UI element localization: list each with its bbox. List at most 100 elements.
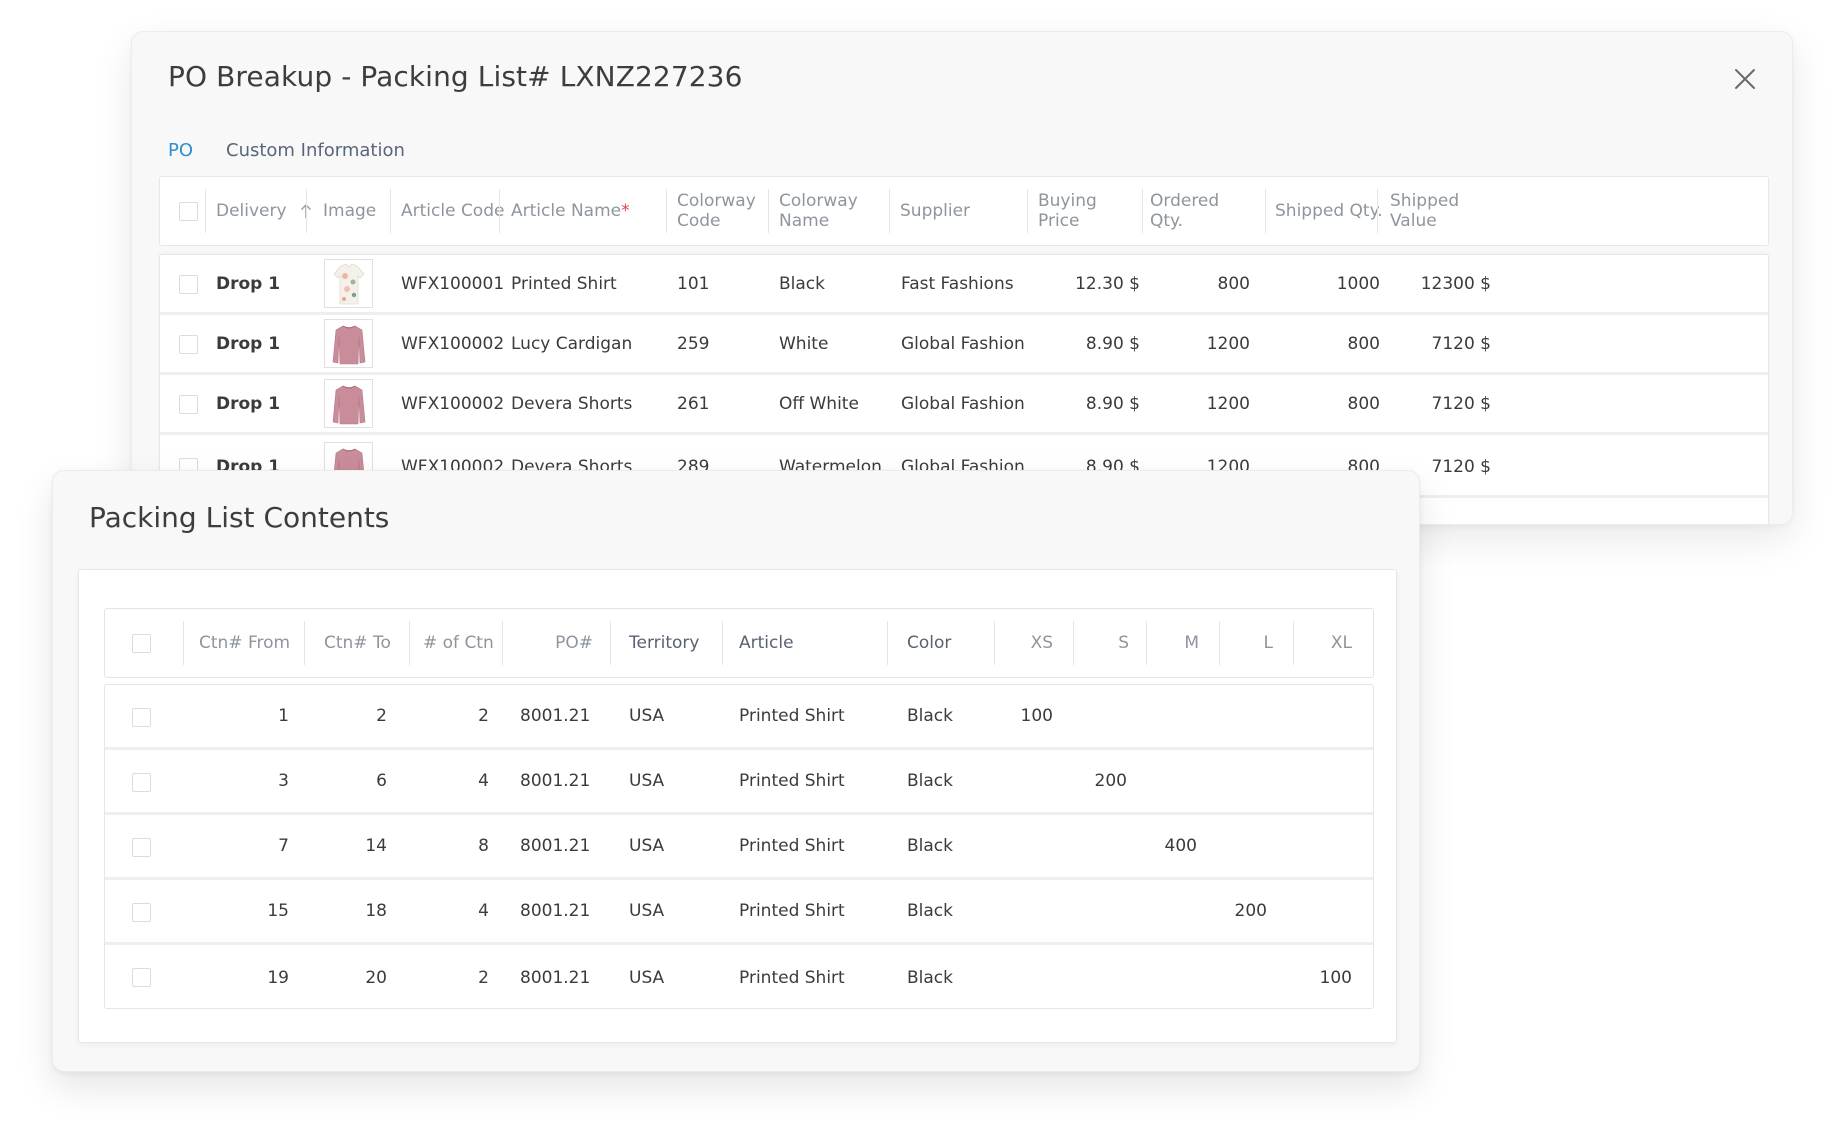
column-divider	[887, 621, 888, 665]
cell-s	[1065, 815, 1127, 877]
column-label: Article Name	[511, 201, 622, 221]
row-checkbox[interactable]	[132, 708, 151, 727]
column-divider	[409, 621, 410, 665]
column-header-article-name[interactable]: Article Name *	[511, 177, 630, 245]
column-label: Name	[779, 211, 830, 231]
column-header-ordered-qty[interactable]: Ordered Qty.	[1150, 177, 1250, 245]
select-all-checkbox[interactable]	[179, 202, 198, 221]
table-row[interactable]: 1 2 2 8001.21 USA Printed Shirt Black 100	[105, 685, 1373, 750]
column-divider	[183, 621, 184, 665]
cell-num-ctn: 4	[478, 771, 489, 791]
cell-l	[1205, 815, 1267, 877]
cell-xl	[1285, 815, 1352, 877]
column-header-m[interactable]: M	[1148, 609, 1199, 677]
cell-article: Printed Shirt	[739, 967, 845, 988]
po-table-header: Delivery Image Article Code Article Name…	[159, 176, 1769, 246]
row-checkbox[interactable]	[179, 335, 198, 354]
column-header-colorway-name[interactable]: Colorway Name	[779, 177, 858, 245]
row-checkbox[interactable]	[179, 395, 198, 414]
cell-shipped-qty: 800	[1347, 393, 1380, 414]
table-row[interactable]: Drop 1 WFX100002 Devera Shorts 261 Off White…	[160, 375, 1768, 435]
column-header-l[interactable]: L	[1221, 609, 1273, 677]
cell-delivery: Drop 1	[216, 333, 281, 354]
column-header-shipped-value[interactable]: Shipped Value	[1390, 177, 1491, 245]
close-icon	[1735, 69, 1755, 89]
cell-l	[1205, 945, 1267, 1010]
sweater-image	[332, 385, 365, 424]
tab-po[interactable]: PO	[168, 140, 193, 161]
cell-xl	[1285, 685, 1352, 747]
column-divider	[390, 189, 391, 233]
column-header-po[interactable]: PO#	[505, 609, 593, 677]
row-checkbox[interactable]	[132, 968, 151, 987]
row-checkbox[interactable]	[179, 275, 198, 294]
cell-xs: 100	[1020, 706, 1053, 726]
article-thumbnail[interactable]	[324, 379, 373, 428]
column-label: Code	[677, 211, 721, 231]
table-row[interactable]: 3 6 4 8001.21 USA Printed Shirt Black 200	[105, 750, 1373, 815]
cell-ctn-to: 20	[365, 967, 387, 988]
tab-custom-information[interactable]: Custom Information	[226, 140, 405, 161]
column-header-xl[interactable]: XL	[1295, 609, 1352, 677]
cell-colorway-code: 101	[677, 273, 710, 294]
cell-ctn-to: 14	[365, 836, 387, 856]
cell-territory: USA	[629, 836, 665, 856]
cell-l	[1205, 750, 1267, 812]
cell-ordered-qty: 800	[1217, 273, 1250, 294]
cell-supplier: Global Fashion	[901, 333, 1025, 354]
cell-color: Black	[907, 836, 953, 856]
column-header-s[interactable]: S	[1075, 609, 1129, 677]
cell-colorway-name: White	[779, 333, 829, 354]
column-header-delivery[interactable]: Delivery	[216, 177, 313, 245]
column-divider	[768, 189, 769, 233]
select-all-checkbox[interactable]	[132, 634, 151, 653]
cell-po: 8001.21	[520, 836, 591, 856]
column-header-article-code[interactable]: Article Code	[401, 177, 504, 245]
row-checkbox[interactable]	[132, 838, 151, 857]
cell-article-name: Lucy Cardigan	[511, 333, 633, 354]
column-header-image[interactable]: Image	[323, 177, 376, 245]
article-thumbnail[interactable]	[324, 319, 373, 368]
cell-shipped-qty: 1000	[1336, 273, 1380, 294]
table-row[interactable]: 7 14 8 8001.21 USA Printed Shirt Black 400	[105, 815, 1373, 880]
table-row[interactable]: 15 18 4 8001.21 USA Printed Shirt Black 200	[105, 880, 1373, 945]
table-row[interactable]: Drop 1 WFX100001 Printed Shirt 101 Black Fast…	[160, 255, 1768, 315]
column-header-color[interactable]: Color	[907, 609, 951, 677]
cell-xl	[1285, 750, 1352, 812]
cell-xs	[995, 945, 1053, 1010]
cell-s	[1065, 880, 1127, 942]
column-header-article[interactable]: Article	[739, 609, 794, 677]
column-header-ctn-from[interactable]: Ctn# From	[199, 609, 290, 677]
column-header-ctn-to[interactable]: Ctn# To	[324, 609, 391, 677]
column-header-buying-price[interactable]: Buying Price	[1038, 177, 1140, 245]
column-header-xs[interactable]: XS	[995, 609, 1053, 677]
cell-num-ctn: 8	[478, 836, 489, 856]
table-row[interactable]: Drop 1 WFX100002 Lucy Cardigan 259 White Glob…	[160, 315, 1768, 375]
po-breakup-dialog: PO Breakup - Packing List# LXNZ227236 PO…	[131, 31, 1793, 525]
column-header-num-ctn[interactable]: # of Ctn	[423, 609, 494, 677]
cell-article-code: WFX100001	[401, 273, 505, 294]
cell-m	[1135, 880, 1197, 942]
cell-territory: USA	[629, 706, 665, 726]
row-checkbox[interactable]	[132, 773, 151, 792]
column-header-shipped-qty[interactable]: Shipped Qty.	[1275, 177, 1383, 245]
column-label: Colorway	[677, 191, 756, 211]
article-thumbnail[interactable]	[324, 259, 373, 308]
cell-article: Printed Shirt	[739, 706, 845, 726]
column-header-supplier[interactable]: Supplier	[900, 177, 970, 245]
table-row[interactable]: 19 20 2 8001.21 USA Printed Shirt Black 100	[105, 945, 1373, 1010]
cell-colorway-name: Black	[779, 273, 825, 294]
column-header-territory[interactable]: Territory	[629, 609, 699, 677]
cell-l	[1205, 685, 1267, 747]
row-checkbox[interactable]	[132, 903, 151, 922]
column-divider	[1219, 621, 1220, 665]
cell-article: Printed Shirt	[739, 771, 845, 791]
cell-article-name: Printed Shirt	[511, 273, 617, 294]
cell-ordered-qty: 1200	[1206, 333, 1250, 354]
panel-title: Packing List Contents	[89, 501, 390, 534]
cell-xl: 100	[1319, 967, 1352, 988]
cell-ordered-qty: 1200	[1206, 393, 1250, 414]
column-header-colorway-code[interactable]: Colorway Code	[677, 177, 756, 245]
cell-ctn-from: 3	[278, 771, 289, 791]
close-button[interactable]	[1732, 66, 1758, 92]
